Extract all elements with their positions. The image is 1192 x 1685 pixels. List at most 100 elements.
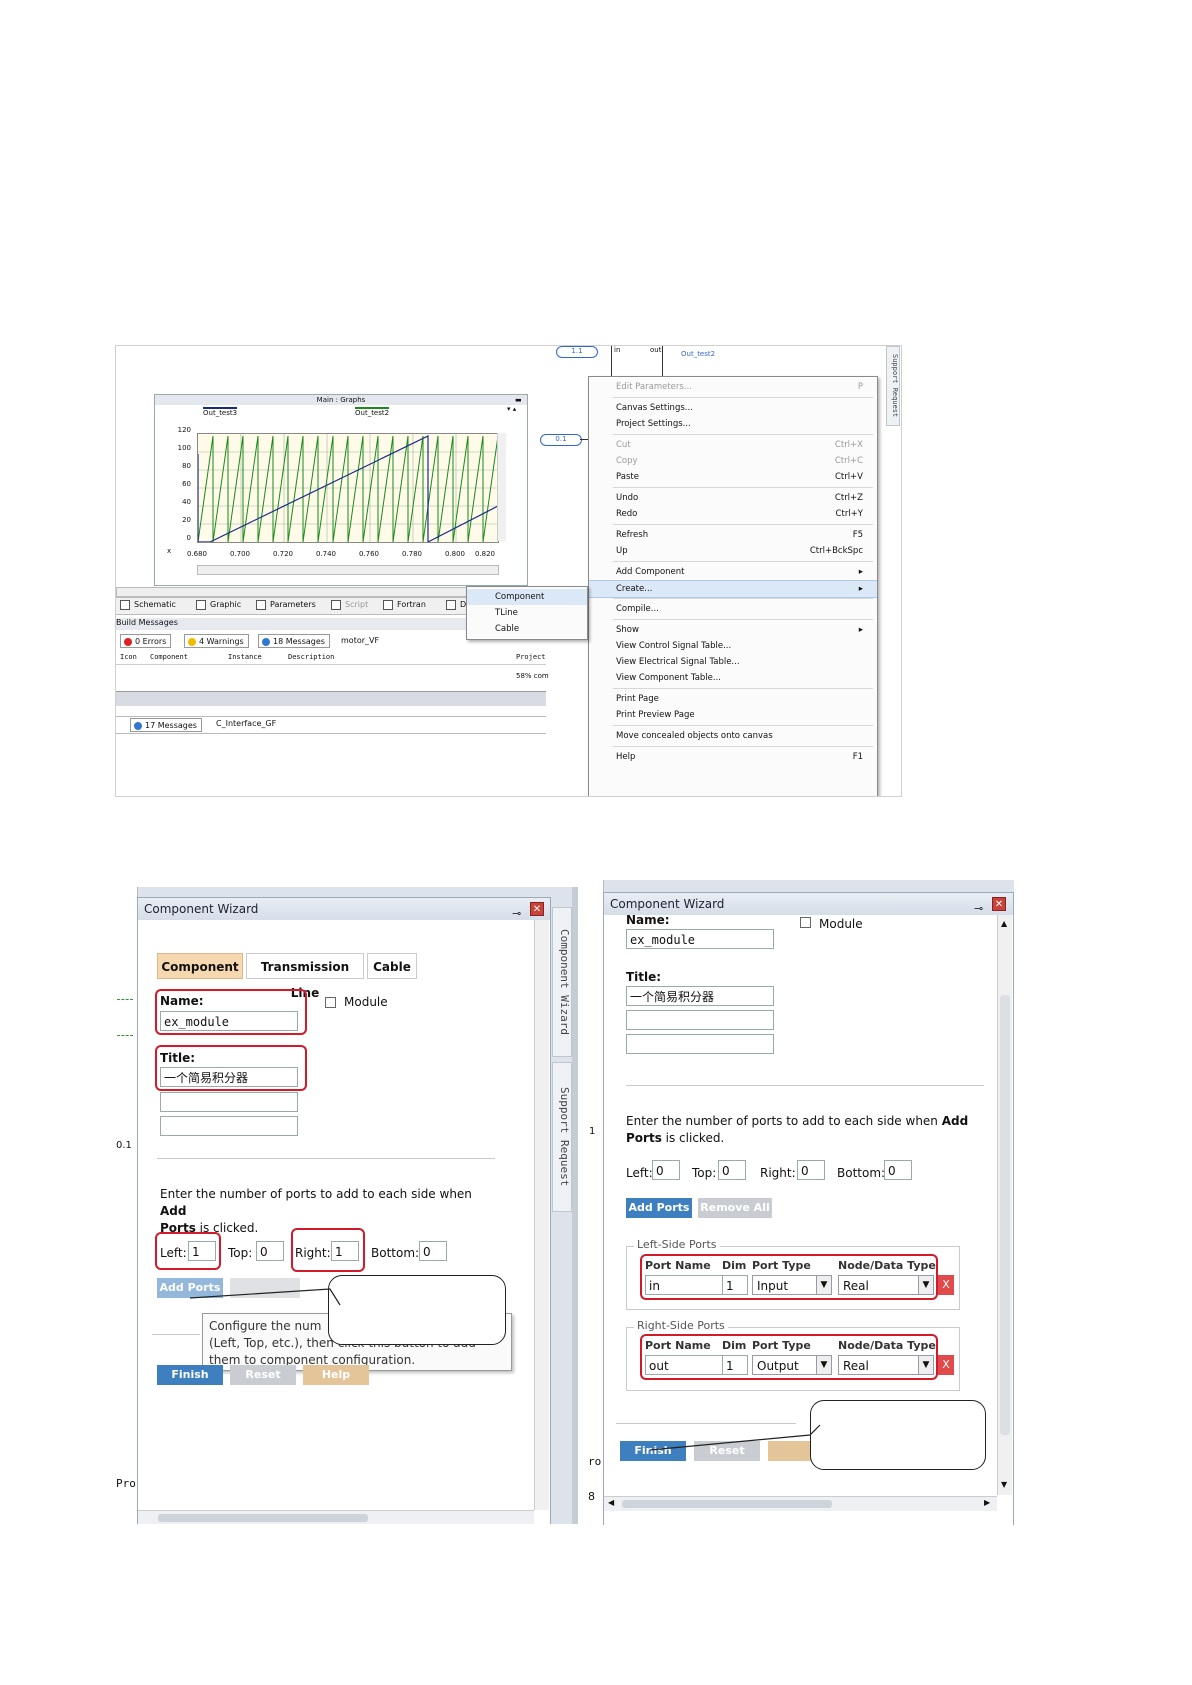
menu-redo[interactable]: Redo Ctrl+Y: [589, 506, 877, 522]
legend-entry-out-test2: Out_test2: [355, 407, 390, 417]
submenu-tline[interactable]: TLine: [467, 605, 587, 621]
name-input[interactable]: ex_module: [626, 929, 774, 949]
reset-button[interactable]: Reset: [230, 1365, 296, 1385]
graph-minimize-icon[interactable]: ▬: [515, 396, 522, 404]
messages-badge[interactable]: 18 Messages: [258, 634, 330, 648]
menu-compile[interactable]: Compile...: [589, 601, 877, 617]
tab-parameters[interactable]: Parameters: [256, 600, 316, 610]
wire-label-mid[interactable]: 0.1: [540, 434, 582, 446]
title-input-3[interactable]: [160, 1116, 298, 1136]
close-icon[interactable]: ✕: [992, 897, 1006, 911]
support-request-side-tab[interactable]: Support Request: [886, 346, 900, 426]
remove-right-port-button[interactable]: X: [938, 1355, 954, 1375]
tab-cable[interactable]: Cable: [367, 953, 417, 979]
splitter[interactable]: [572, 887, 578, 1524]
side-tab-support-request[interactable]: Support Request: [552, 1062, 572, 1212]
menu-show[interactable]: Show ▸: [589, 622, 877, 638]
bottom-ports-input[interactable]: 0: [884, 1160, 912, 1180]
wizard-left-panel: Component Wizard ⊸ ✕ Component Transmiss…: [137, 897, 551, 1524]
tab-fortran[interactable]: Fortran: [383, 600, 426, 610]
menu-cut[interactable]: Cut Ctrl+X: [589, 437, 877, 453]
menu-project-settings[interactable]: Project Settings...: [589, 416, 877, 432]
top-ports-input[interactable]: 0: [718, 1160, 746, 1180]
wizard-left-vertical-scrollbar[interactable]: [534, 920, 549, 1510]
help-button[interactable]: Help: [303, 1365, 369, 1385]
graph-toolbar-icons[interactable]: ▾ ▴: [507, 405, 516, 413]
bottom-ports-label: Bottom:: [371, 1246, 420, 1260]
pin-icon[interactable]: ⊸: [974, 898, 983, 920]
wizard-left-horizontal-scrollbar[interactable]: [138, 1510, 534, 1524]
left-edge-canvas: 0.1 Pro: [115, 887, 138, 1524]
side-tab-component-wizard[interactable]: Component Wizard: [552, 907, 572, 1057]
menu-undo[interactable]: Undo Ctrl+Z: [589, 490, 877, 506]
menu-copy[interactable]: Copy Ctrl+C: [589, 453, 877, 469]
annotation-left-ports: [155, 1232, 221, 1270]
errors-badge[interactable]: 0 Errors: [120, 634, 172, 648]
bottom-ports-input[interactable]: 0: [419, 1241, 447, 1261]
menu-canvas-settings[interactable]: Canvas Settings...: [589, 400, 877, 416]
menu-edit-parameters[interactable]: Edit Parameters... P: [589, 379, 877, 395]
graph-vertical-scrollbar[interactable]: [497, 433, 506, 541]
warnings-count: 4 Warnings: [199, 637, 244, 646]
annotation-title: [155, 1045, 307, 1091]
submenu-cable[interactable]: Cable: [467, 621, 587, 637]
x-tick: 0.680: [186, 550, 208, 558]
bottom-messages-badge[interactable]: 17 Messages: [130, 718, 202, 732]
title-input-2[interactable]: [160, 1092, 298, 1112]
close-icon[interactable]: ✕: [530, 902, 544, 916]
warnings-badge[interactable]: 4 Warnings: [184, 634, 249, 648]
wizard-title: Component Wizard: [610, 897, 725, 911]
bottom-project-name: C_Interface_GF: [216, 719, 277, 728]
add-ports-button[interactable]: Add Ports: [626, 1198, 692, 1218]
menu-print-page[interactable]: Print Page: [589, 691, 877, 707]
tab-transmission-line[interactable]: Transmission Line: [246, 953, 364, 1000]
title-input-3[interactable]: [626, 1034, 774, 1054]
top-ports-input[interactable]: 0: [256, 1241, 284, 1261]
graph-window[interactable]: Main : Graphs ▬ Out_test3 Out_test2 ▾ ▴ …: [154, 394, 528, 586]
menu-help[interactable]: Help F1: [589, 749, 877, 765]
callout-pointer-right: [650, 1424, 821, 1451]
remove-left-port-button[interactable]: X: [938, 1275, 954, 1295]
remove-all-button[interactable]: Remove All: [698, 1198, 772, 1218]
menu-paste[interactable]: Paste Ctrl+V: [589, 469, 877, 485]
scroll-left-icon[interactable]: ◀: [608, 1498, 614, 1507]
wire-label-top[interactable]: 1.1: [556, 346, 598, 358]
tab-schematic[interactable]: Schematic: [120, 600, 176, 610]
warning-icon: [188, 638, 196, 646]
menu-view-control-signal-table[interactable]: View Control Signal Table...: [589, 638, 877, 654]
tab-script[interactable]: Script: [331, 600, 368, 610]
col-instance: Instance: [228, 653, 262, 661]
menu-view-electrical-signal-table[interactable]: View Electrical Signal Table...: [589, 654, 877, 670]
submenu-component[interactable]: Component: [467, 589, 587, 605]
plot-area[interactable]: [197, 433, 499, 543]
menu-create[interactable]: Create... ▸: [589, 580, 877, 598]
module-checkbox[interactable]: [800, 917, 811, 928]
scroll-up-icon[interactable]: ▲: [1001, 919, 1007, 928]
menu-up[interactable]: Up Ctrl+BckSpc: [589, 543, 877, 559]
menu-print-preview-page[interactable]: Print Preview Page: [589, 707, 877, 723]
tab-component[interactable]: Component: [157, 953, 243, 979]
scroll-down-icon[interactable]: ▼: [1001, 1480, 1007, 1489]
title-input-1[interactable]: 一个简易积分器: [626, 986, 774, 1006]
output-label[interactable]: Out_test2: [681, 350, 715, 358]
finish-button[interactable]: Finish: [157, 1365, 223, 1385]
menu-add-component[interactable]: Add Component ▸: [589, 564, 877, 580]
create-submenu: Component TLine Cable: [466, 586, 588, 640]
component-block[interactable]: [611, 346, 663, 376]
module-checkbox[interactable]: [325, 997, 336, 1008]
scroll-right-icon[interactable]: ▶: [984, 1498, 990, 1507]
graph-horizontal-scrollbar[interactable]: [197, 565, 499, 575]
left-ports-input[interactable]: 0: [652, 1160, 680, 1180]
right-ports-input[interactable]: 0: [797, 1160, 825, 1180]
title-input-2[interactable]: [626, 1010, 774, 1030]
bottom-messages-count: 17 Messages: [145, 721, 197, 730]
wizard-left-screenshot: 0.1 Pro Component Wizard ⊸ ✕ Component T…: [115, 887, 578, 1524]
y-ticks: 120 100 80 60 40 20 0: [171, 426, 195, 546]
menu-refresh[interactable]: Refresh F5: [589, 527, 877, 543]
tab-graphic[interactable]: Graphic: [196, 600, 241, 610]
pin-icon[interactable]: ⊸: [512, 903, 521, 925]
wizard-right-vertical-scrollbar[interactable]: ▲ ▼: [997, 915, 1012, 1495]
menu-move-concealed-objects[interactable]: Move concealed objects onto canvas: [589, 728, 877, 744]
wizard-right-horizontal-scrollbar[interactable]: ◀ ▶: [604, 1496, 997, 1511]
menu-view-component-table[interactable]: View Component Table...: [589, 670, 877, 686]
